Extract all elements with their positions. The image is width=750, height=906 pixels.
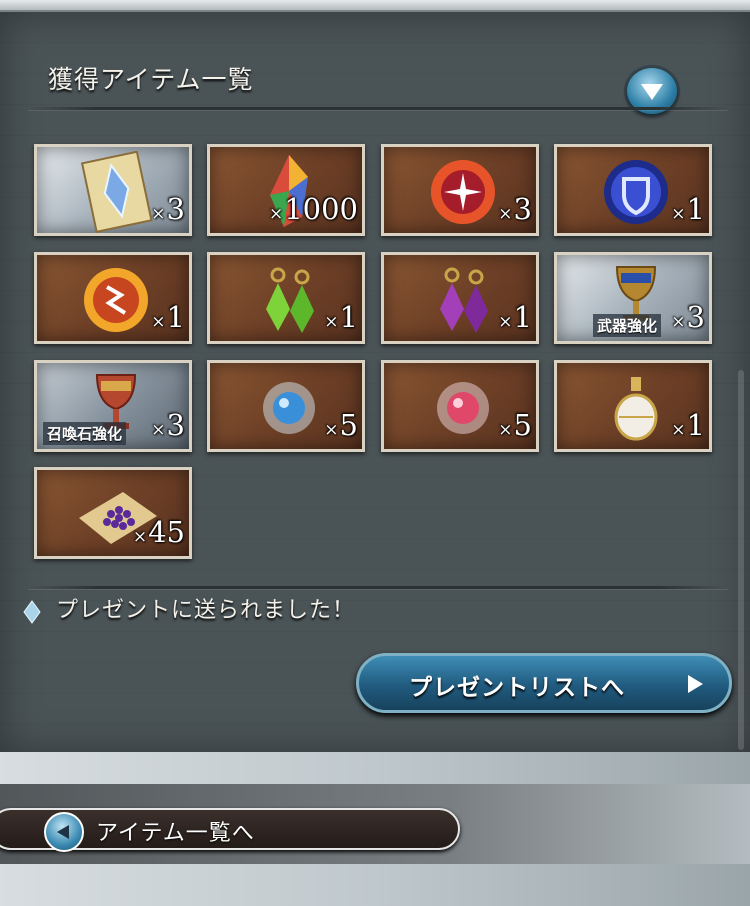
item-tile[interactable]: ×1 [34,252,192,344]
item-list-back-button[interactable]: アイテム一覧へ [0,808,460,852]
item-tile[interactable]: ×1 [381,252,539,344]
item-quantity: ×45 [132,515,185,549]
item-tile[interactable]: ×5 [381,360,539,452]
item-label: 召喚石強化 [43,422,127,445]
item-tile[interactable]: ×1000 [207,144,365,236]
item-tile[interactable]: 召喚石強化 ×3 [34,360,192,452]
purple-earrings-icon [440,267,488,333]
item-list-back-button-label: アイテム一覧へ [96,821,255,846]
lightning-orb-icon [84,268,148,332]
item-quantity: ×5 [324,408,358,442]
item-quantity: ×1 [498,300,532,334]
perfume-bottle-icon [614,377,658,441]
present-list-button-label: プレゼントリストへ [409,675,625,701]
play-arrow-icon [688,675,703,693]
divider-top [28,107,728,110]
sent-notice: プレゼントに送られました！ [56,598,356,623]
panel-title: 獲得アイテム一覧 [48,65,254,94]
item-quantity: ×1 [324,300,358,334]
pink-pearl-icon [437,382,489,434]
item-quantity: ×1 [671,192,705,226]
item-tile[interactable]: ×1 [554,144,712,236]
item-quantity: ×3 [151,408,185,442]
item-tile[interactable]: ×3 [34,144,192,236]
item-tile[interactable]: ×3 [381,144,539,236]
present-list-button[interactable]: プレゼントリストへ [356,653,732,713]
crystal-card-icon [80,151,153,233]
item-quantity: ×1000 [268,192,358,226]
item-tile[interactable]: 武器強化 ×3 [554,252,712,344]
green-earrings-icon [266,267,314,333]
divider-bottom [28,586,728,589]
back-button-icon-circle [44,812,84,852]
scrollbar[interactable] [738,370,744,750]
item-label: 武器強化 [593,314,662,337]
item-tile[interactable]: ×45 [34,467,192,559]
diamond-bullet-icon [23,600,41,624]
shield-orb-icon [604,160,668,224]
item-tile[interactable]: ×1 [207,252,365,344]
item-tile[interactable]: ×5 [207,360,365,452]
item-quantity: ×3 [151,192,185,226]
blue-pearl-icon [263,382,315,434]
item-quantity: ×3 [498,192,532,226]
item-quantity: ×1 [671,408,705,442]
item-quantity: ×3 [671,300,705,334]
item-quantity: ×1 [151,300,185,334]
item-tile[interactable]: ×1 [554,360,712,452]
fire-orb-icon [431,160,495,224]
item-quantity: ×5 [498,408,532,442]
back-arrow-icon [57,825,69,839]
chevron-down-icon [641,84,663,100]
